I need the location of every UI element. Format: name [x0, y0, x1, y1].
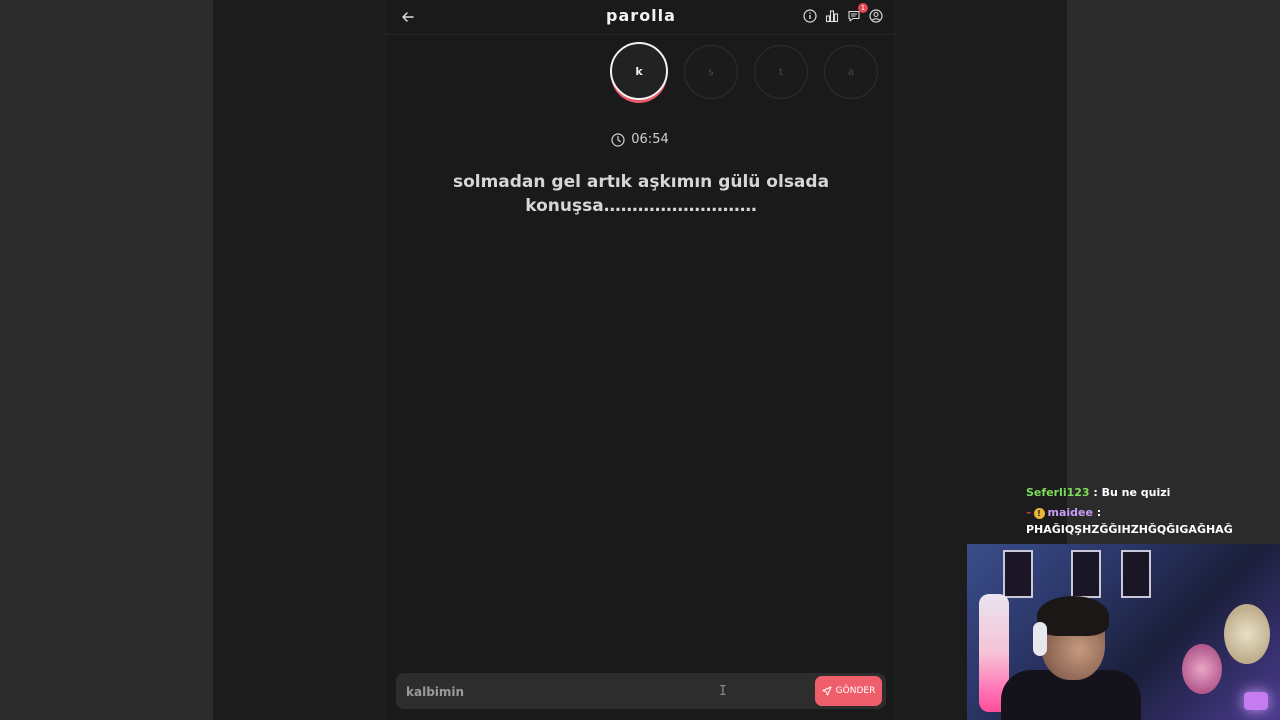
question-line-2: konuşsa……………………… — [525, 196, 757, 216]
info-button[interactable] — [802, 8, 818, 24]
letter-circle: a — [824, 45, 878, 99]
chat-badge-icon: ! — [1033, 507, 1045, 519]
info-icon — [803, 9, 817, 23]
app-header: parolla 1 — [386, 0, 896, 35]
question-line-1: solmadan gel artık aşkımın gülü olsada — [452, 172, 830, 192]
notification-badge: 1 — [858, 3, 868, 13]
plush-toy — [1182, 644, 1222, 694]
game-app: parolla 1 k s t a 06:54 solmadan gel art… — [385, 0, 896, 720]
chat-text: : — [1092, 506, 1102, 519]
text-cursor-icon: I — [719, 684, 727, 699]
chat-message: –! maidee : PHAĞIQŞHZĞĞIHZHĞQĞIGAĞHAĞ — [1026, 504, 1276, 538]
chat-username: maidee — [1047, 506, 1093, 519]
wall-poster — [1071, 550, 1101, 598]
wall-poster — [1121, 550, 1151, 598]
left-backdrop — [0, 0, 213, 720]
send-button[interactable]: GÖNDER — [815, 676, 882, 706]
question-text: solmadan gel artık aşkımın gülü olsada k… — [416, 170, 866, 218]
webcam-overlay — [967, 544, 1280, 720]
send-icon — [822, 686, 832, 696]
chat-message: Seferli123 : Bu ne quizi — [1026, 484, 1276, 501]
letter-circle: s — [684, 45, 738, 99]
answer-bar: I GÖNDER — [396, 673, 886, 709]
stats-button[interactable] — [824, 8, 840, 24]
header-actions: 1 — [802, 3, 884, 24]
stream-chat: Seferli123 : Bu ne quizi –! maidee : PHAĞ… — [1026, 484, 1276, 541]
letter-progress: k s t a — [610, 42, 878, 100]
user-circle-icon — [869, 9, 883, 23]
streamer-hair — [1037, 596, 1109, 636]
headphones — [1033, 622, 1047, 656]
timer-value: 06:54 — [631, 132, 669, 147]
letter-circle-current: k — [610, 42, 668, 100]
led-light — [1244, 692, 1268, 710]
left-gutter — [213, 0, 385, 720]
wall-poster — [1003, 550, 1033, 598]
clock-icon — [611, 132, 625, 147]
chart-icon — [825, 10, 839, 23]
send-button-label: GÖNDER — [835, 686, 876, 696]
chat-text-continuation: PHAĞIQŞHZĞĞIHZHĞQĞIGAĞHAĞ — [1026, 523, 1233, 536]
letter-circle: t — [754, 45, 808, 99]
chat-username: Seferli123 — [1026, 486, 1090, 499]
profile-button[interactable] — [868, 8, 884, 24]
plush-toy — [1224, 604, 1270, 664]
messages-button[interactable]: 1 — [846, 3, 868, 24]
chat-prefix-mark: – — [1026, 506, 1032, 519]
chat-text: : Bu ne quizi — [1089, 486, 1171, 499]
answer-input[interactable] — [404, 677, 708, 707]
countdown-timer: 06:54 — [386, 132, 894, 147]
